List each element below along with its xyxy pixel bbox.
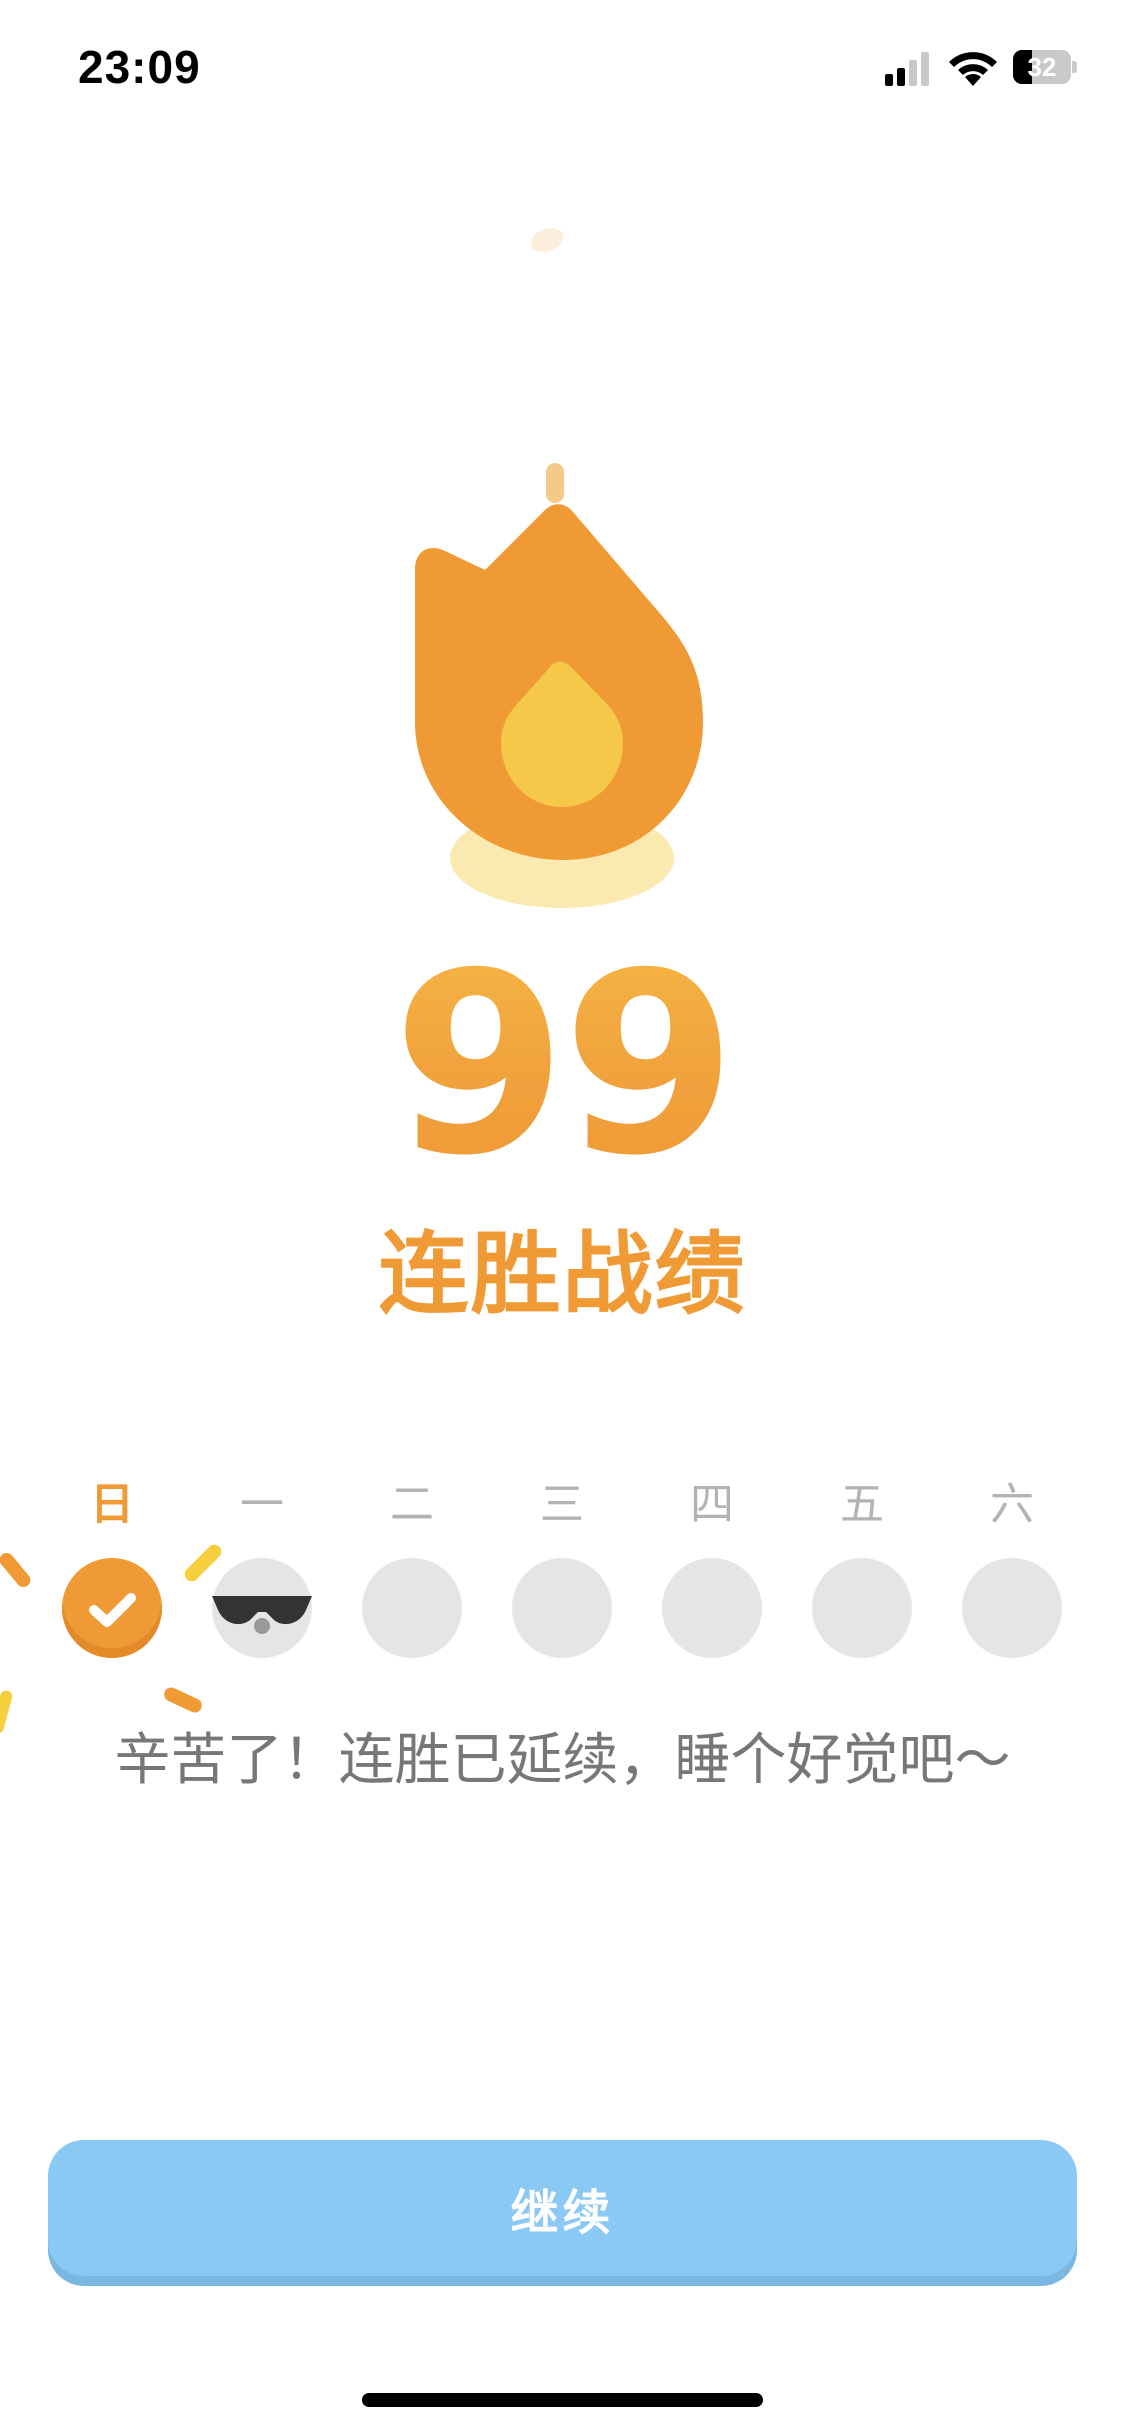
streak-title: 连胜战绩	[378, 1222, 747, 1327]
confetti-decoration	[0, 228, 564, 1734]
day-empty-marker	[512, 1558, 612, 1658]
day-tuesday: 二	[360, 1470, 464, 1670]
day-label: 日	[90, 1479, 134, 1530]
day-label: 五	[840, 1479, 884, 1530]
day-empty-marker	[812, 1558, 912, 1658]
sunglasses-icon	[212, 1596, 312, 1634]
streak-count: 99	[0, 940, 1125, 1190]
encouragement-message: 辛苦了！连胜已延续，睡个好觉吧～	[114, 1728, 1011, 1793]
day-monday: 一	[210, 1470, 314, 1670]
day-empty-marker	[662, 1558, 762, 1658]
day-empty-marker	[362, 1558, 462, 1658]
day-complete-marker	[62, 1558, 162, 1658]
day-wednesday: 三	[510, 1470, 614, 1670]
day-label: 四	[690, 1479, 734, 1530]
day-label: 三	[540, 1479, 584, 1530]
home-indicator[interactable]	[362, 2393, 763, 2407]
day-thursday: 四	[660, 1470, 764, 1670]
day-label: 一	[240, 1479, 284, 1530]
day-label: 二	[390, 1479, 434, 1530]
day-saturday: 六	[960, 1470, 1064, 1670]
week-progress: 日 一 二 三 四 五 六	[0, 1470, 1125, 1670]
day-freeze-marker	[212, 1558, 312, 1658]
continue-button[interactable]: 继续	[48, 2140, 1077, 2276]
streak-flame-icon	[405, 460, 725, 920]
day-empty-marker	[962, 1558, 1062, 1658]
day-label: 六	[990, 1479, 1034, 1530]
check-icon	[89, 1593, 136, 1627]
day-friday: 五	[810, 1470, 914, 1670]
day-sunday: 日	[60, 1470, 164, 1670]
